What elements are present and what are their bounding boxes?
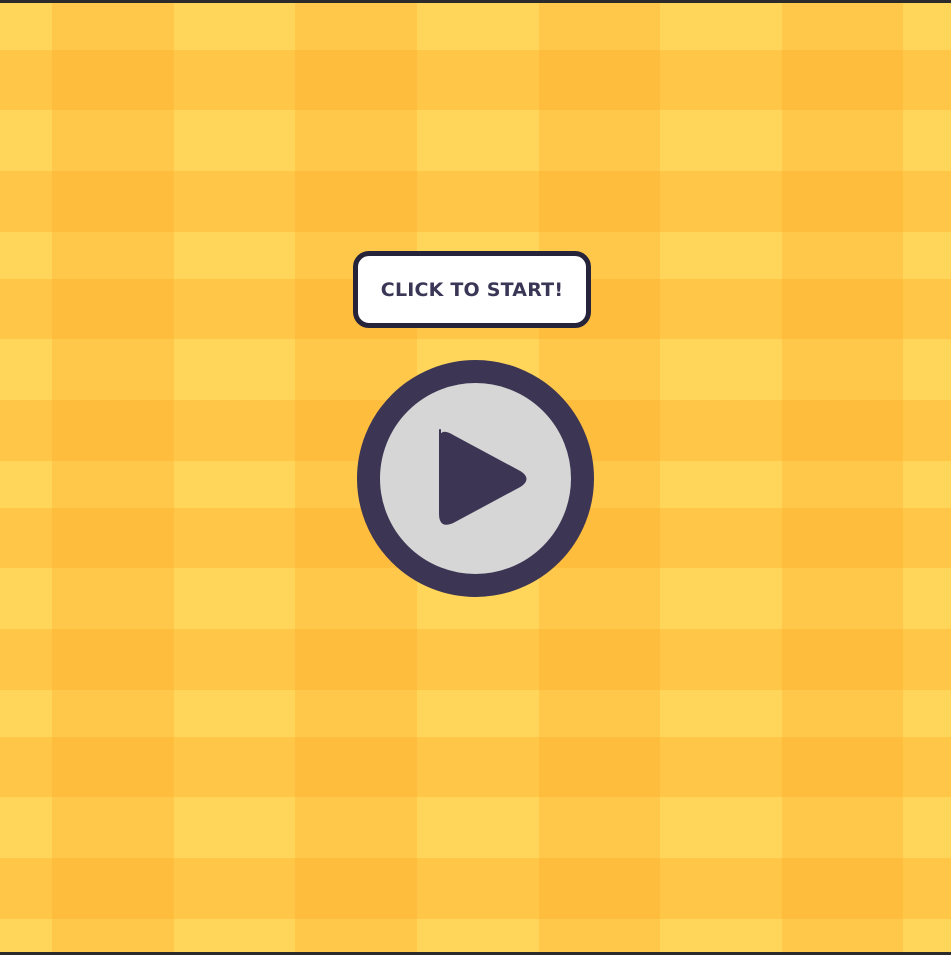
game-stage[interactable]: CLICK TO START! — [0, 3, 951, 952]
click-to-start-label[interactable]: CLICK TO START! — [353, 251, 591, 328]
start-label-text: CLICK TO START! — [380, 278, 564, 301]
play-button[interactable] — [357, 360, 594, 597]
play-icon — [439, 429, 527, 525]
